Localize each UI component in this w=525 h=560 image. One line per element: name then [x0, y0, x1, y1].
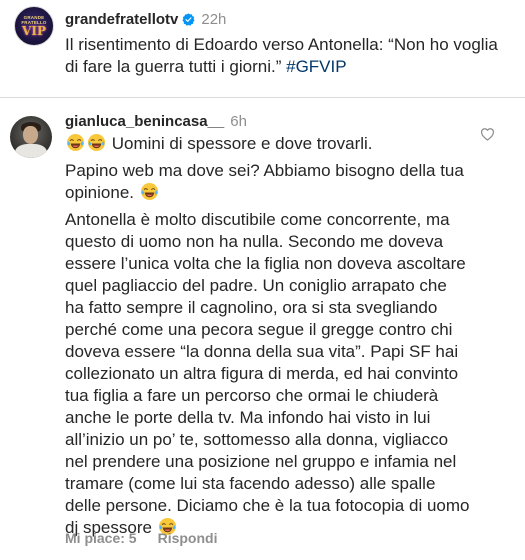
- hashtag-link[interactable]: #GFVIP: [286, 57, 346, 76]
- verified-badge-icon: [182, 13, 195, 26]
- avatar[interactable]: GRANDE FRATELLO VIP: [14, 6, 54, 46]
- avatar-face: [23, 126, 38, 144]
- divider: [0, 97, 525, 98]
- tears-of-joy-emoji: [66, 133, 85, 152]
- tears-of-joy-emoji: [140, 182, 158, 201]
- comment-text: Uomini di spessore e dove trovarli. Papi…: [65, 133, 470, 543]
- caption-header: grandefratellotv 22h: [65, 11, 226, 28]
- comment-line: Antonella è molto discutibile come conco…: [65, 210, 470, 537]
- comment-header: gianluca_benincasa__ 6h: [65, 113, 247, 130]
- avatar-logo-vip: VIP: [22, 24, 46, 38]
- heart-outline-icon[interactable]: [480, 127, 495, 141]
- comment-timestamp: 6h: [230, 113, 247, 130]
- comment-paragraph: Uomini di spessore e dove trovarli.: [65, 133, 470, 155]
- caption-username[interactable]: grandefratellotv: [65, 11, 178, 28]
- reply-button[interactable]: Rispondi: [158, 530, 218, 546]
- caption-timestamp: 22h: [201, 11, 227, 28]
- caption-body: Il risentimento di Edoardo verso Antonel…: [65, 35, 498, 76]
- comment-paragraph: Antonella è molto discutibile come conco…: [65, 209, 470, 539]
- post-caption: GRANDE FRATELLO VIP grandefratellotv 22h…: [0, 0, 525, 98]
- tears-of-joy-emoji: [87, 133, 106, 152]
- caption-text: Il risentimento di Edoardo verso Antonel…: [65, 34, 510, 78]
- avatar[interactable]: [10, 116, 52, 158]
- comment-paragraph: Papino web ma dove sei? Abbiamo bisogno …: [65, 160, 470, 204]
- comment-line: Uomini di spessore e dove trovarli.: [107, 134, 373, 153]
- likes-count[interactable]: Mi piace: 5: [65, 530, 137, 546]
- avatar-shirt: [15, 144, 47, 158]
- comment-line: Papino web ma dove sei? Abbiamo bisogno …: [65, 161, 464, 202]
- comment-username[interactable]: gianluca_benincasa__: [65, 113, 224, 130]
- comment-footer: Mi piace: 5 Rispondi: [65, 530, 217, 546]
